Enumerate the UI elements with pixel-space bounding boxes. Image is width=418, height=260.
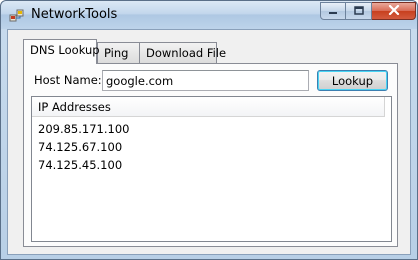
title-bar[interactable]: NetworkTools xyxy=(1,1,417,29)
minimize-button[interactable] xyxy=(320,2,346,20)
list-item[interactable]: 74.125.67.100 xyxy=(38,140,129,158)
dns-lookup-panel: Host Name: google.com Lookup IP Addresse… xyxy=(23,63,398,247)
window-title: NetworkTools xyxy=(31,7,118,22)
client-area: DNS Lookup Ping Download File Host Name:… xyxy=(7,29,411,255)
caption-buttons xyxy=(320,2,416,20)
column-header-ip-addresses[interactable]: IP Addresses xyxy=(32,97,385,117)
host-name-label: Host Name: xyxy=(34,73,102,87)
ip-addresses-list[interactable]: IP Addresses 209.85.171.100 74.125.67.10… xyxy=(31,96,392,242)
minimize-icon xyxy=(328,4,338,18)
tab-dns-lookup[interactable]: DNS Lookup xyxy=(23,39,100,64)
tab-label: Download File xyxy=(146,46,227,60)
lookup-button[interactable]: Lookup xyxy=(317,70,388,91)
list-item[interactable]: 209.85.171.100 xyxy=(38,122,129,140)
list-item[interactable]: 74.125.45.100 xyxy=(38,158,129,176)
tab-download-file[interactable]: Download File xyxy=(139,42,226,63)
maximize-button[interactable] xyxy=(346,2,372,20)
network-app-icon[interactable] xyxy=(9,8,25,24)
tab-label: DNS Lookup xyxy=(30,43,100,57)
host-name-input[interactable]: google.com xyxy=(102,70,309,91)
tab-label: Ping xyxy=(104,46,129,60)
close-icon xyxy=(388,4,400,18)
tab-ping[interactable]: Ping xyxy=(97,42,141,63)
list-rows: 209.85.171.100 74.125.67.100 74.125.45.1… xyxy=(38,122,129,176)
maximize-icon xyxy=(353,4,364,18)
app-window: NetworkTools DNS Lookup Ping Download Fi… xyxy=(0,0,418,260)
close-button[interactable] xyxy=(372,2,416,20)
